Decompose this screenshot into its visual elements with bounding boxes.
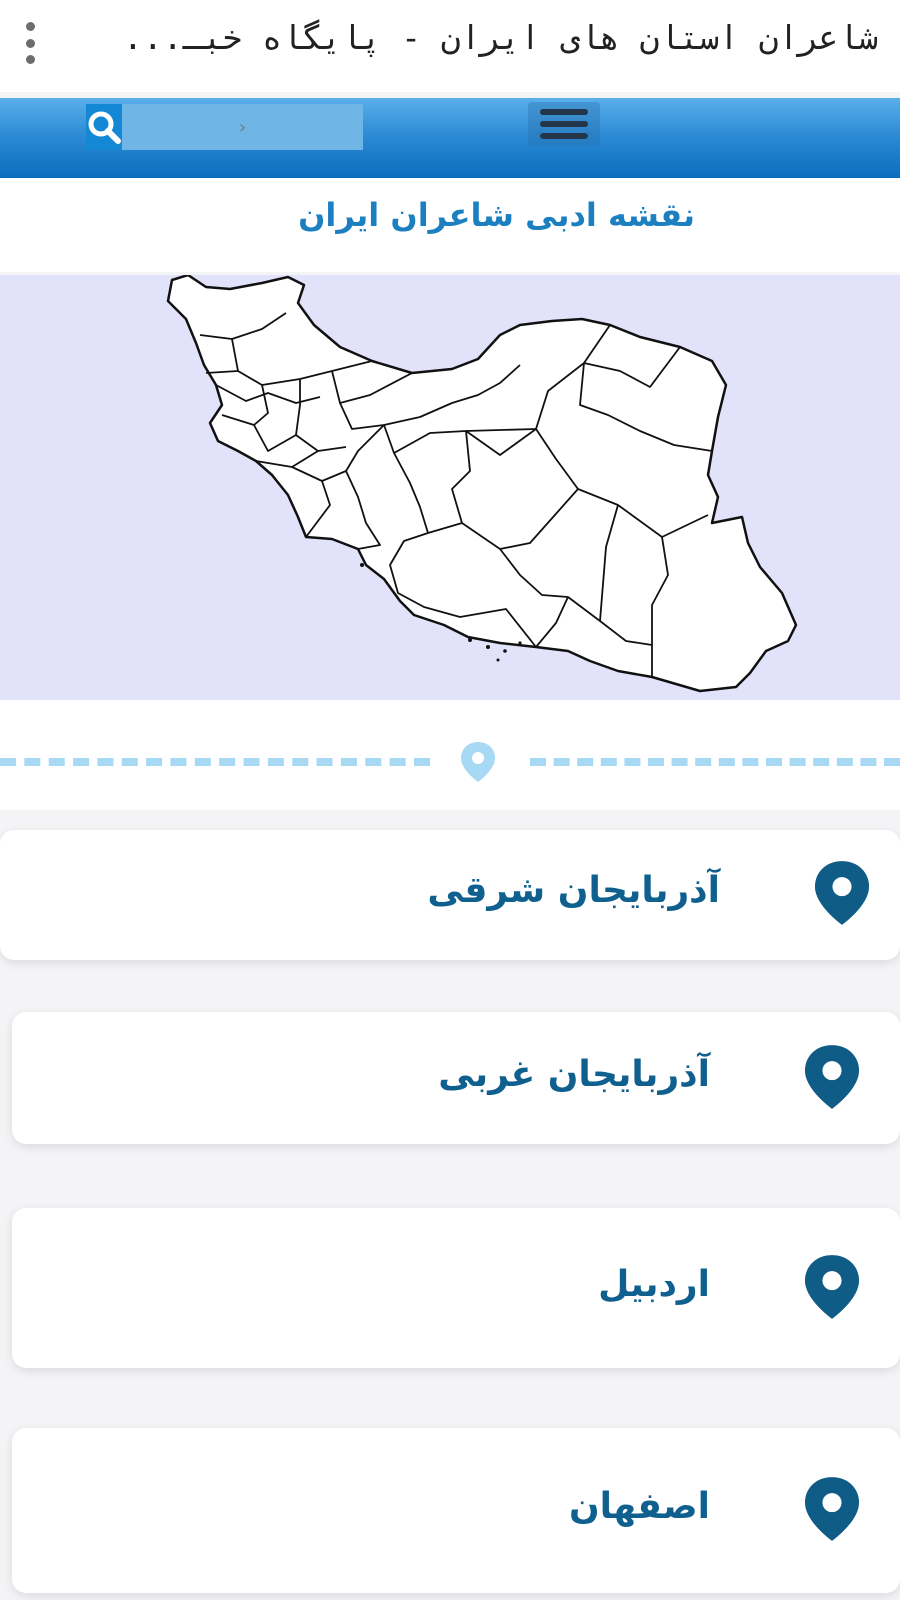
hamburger-icon: [540, 109, 588, 115]
section-divider: [0, 700, 900, 810]
iran-province-map[interactable]: [0, 275, 900, 700]
province-name: آذربایجان شرقی: [427, 870, 720, 911]
site-header: [0, 98, 900, 178]
location-pin-icon: [804, 1477, 860, 1541]
search-button[interactable]: [86, 104, 122, 150]
province-name: آذربایجان غربی: [438, 1054, 710, 1095]
province-card-ardabil[interactable]: اردبیل: [12, 1208, 900, 1368]
browser-bar: شاعران استان های ایران - پایگاه خبـ...: [0, 0, 900, 92]
search-input[interactable]: [122, 104, 363, 150]
map-heading-band: نقشه ادبی شاعران ایران: [0, 178, 900, 272]
iran-map-outline: [166, 275, 798, 693]
province-name: اردبیل: [598, 1264, 710, 1305]
province-card-east-azerbaijan[interactable]: آذربایجان شرقی: [0, 830, 900, 960]
iran-map-graphic[interactable]: [0, 275, 900, 700]
location-pin-icon: [804, 1045, 860, 1109]
search-box: [86, 104, 363, 150]
province-card-isfahan[interactable]: اصفهان: [12, 1428, 900, 1593]
hamburger-menu-button[interactable]: [528, 102, 600, 146]
province-name: اصفهان: [568, 1486, 710, 1527]
search-icon: [88, 111, 121, 144]
location-pin-icon: [804, 1255, 860, 1319]
location-pin-icon: [814, 861, 870, 925]
map-heading: نقشه ادبی شاعران ایران: [298, 196, 695, 234]
page-tab-title: شاعران استان های ایران - پایگاه خبـ...: [123, 18, 878, 57]
location-pin-icon: [461, 742, 495, 782]
browser-menu-icon[interactable]: [18, 22, 42, 64]
province-card-west-azerbaijan[interactable]: آذربایجان غربی: [12, 1012, 900, 1144]
